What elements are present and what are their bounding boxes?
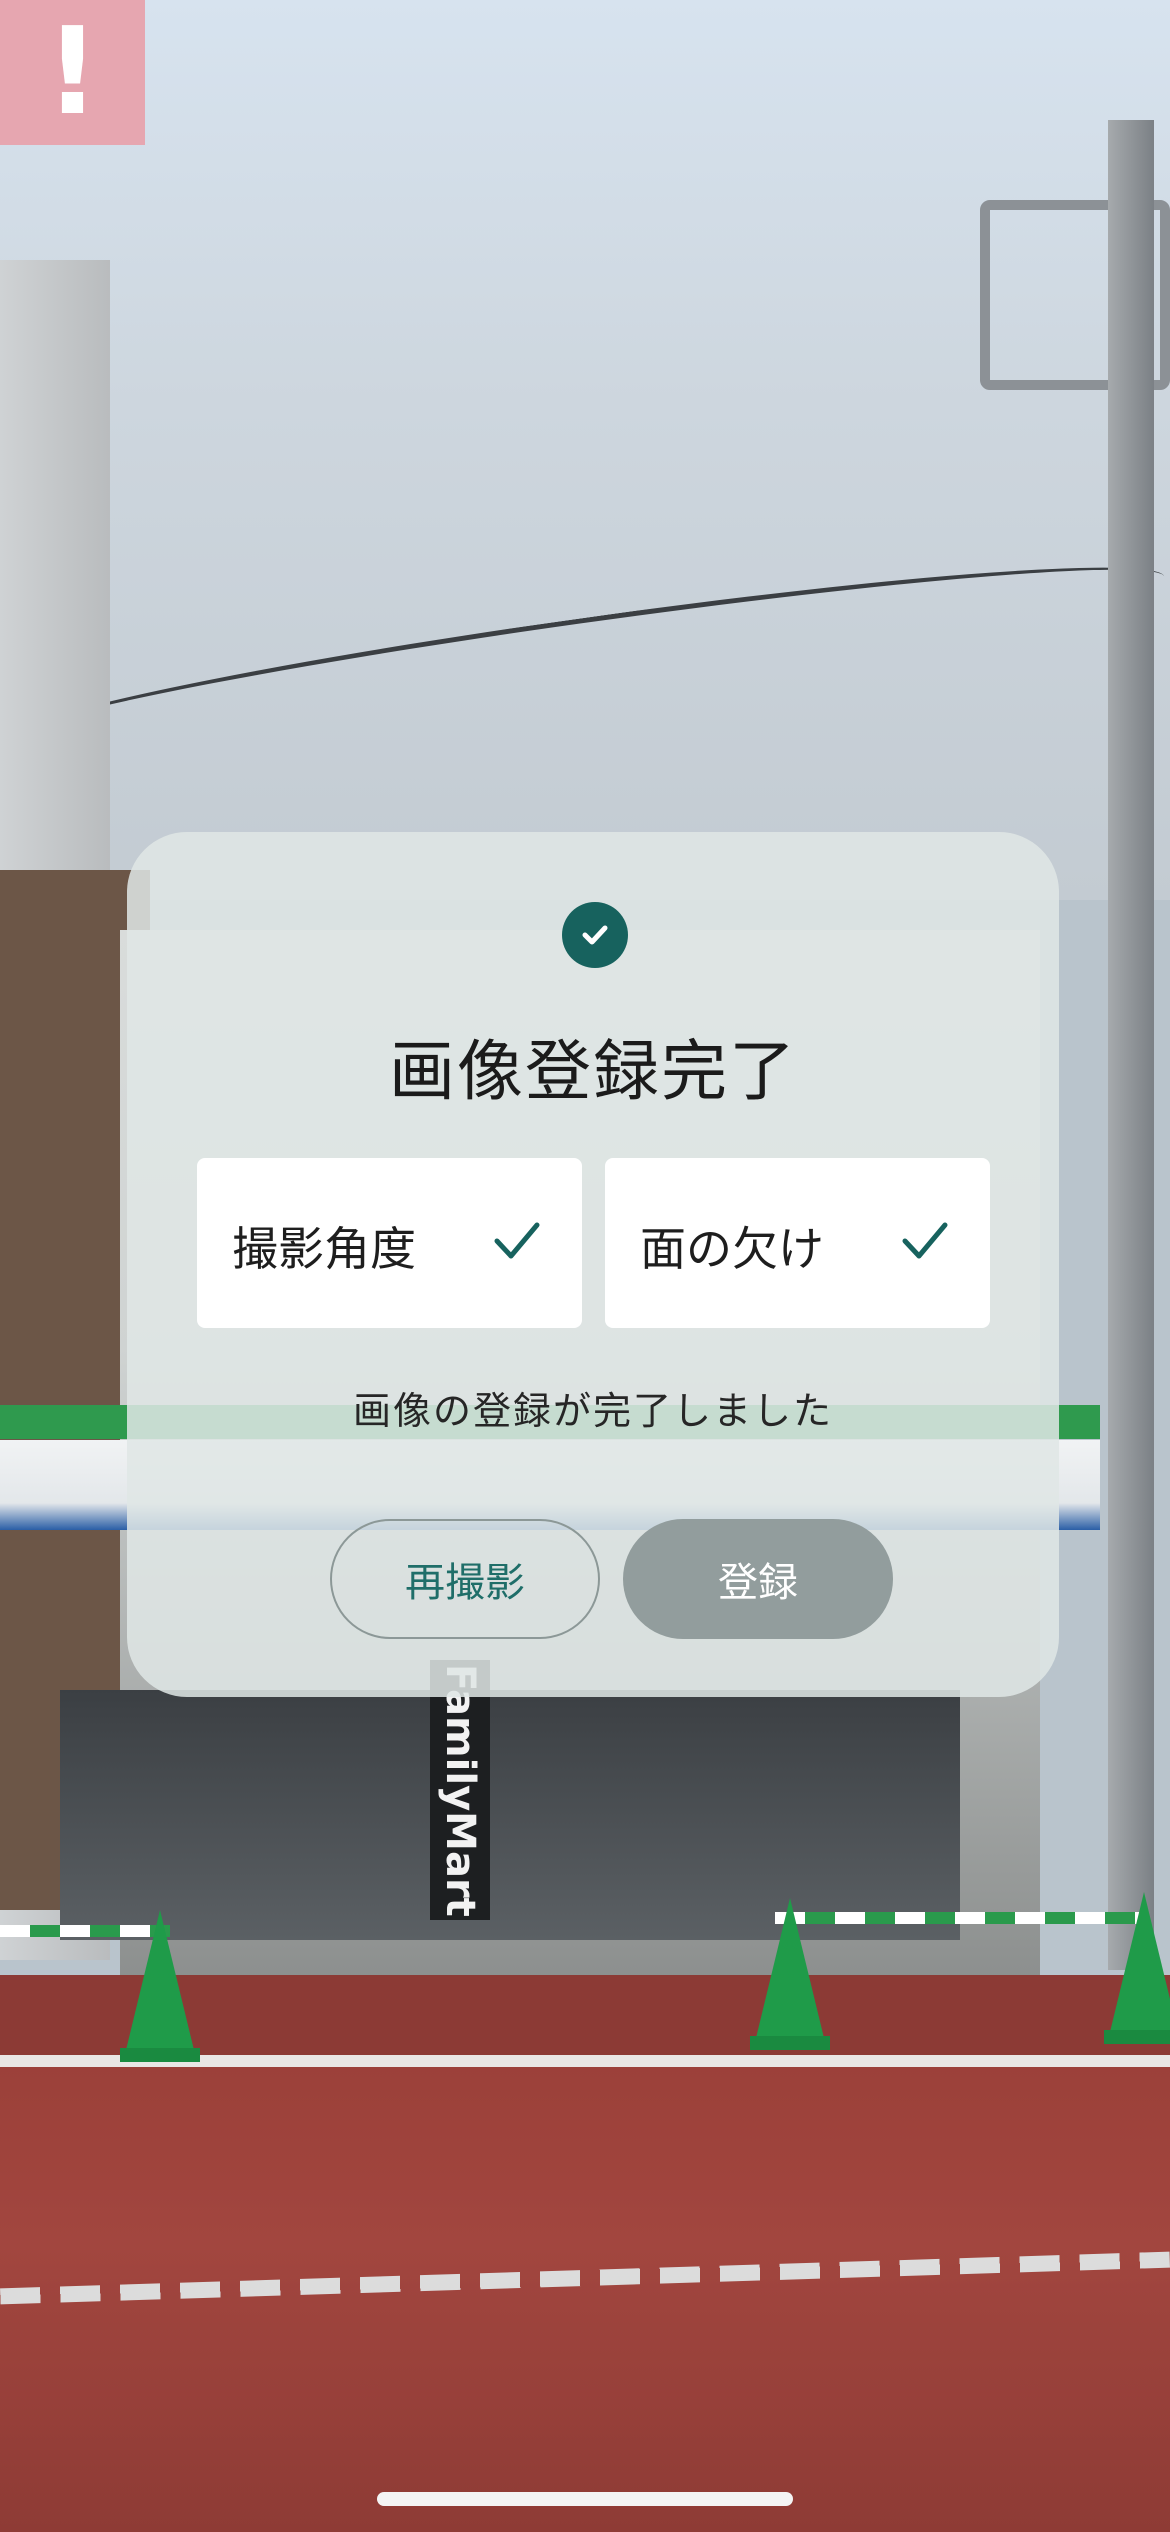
dialog-message: 画像の登録が完了しました (352, 1389, 833, 1433)
traffic-cone (750, 1898, 830, 2050)
check-item-label: 面の欠け (640, 1222, 824, 1276)
home-indicator[interactable] (377, 2492, 793, 2506)
retake-button[interactable]: 再撮影 (330, 1519, 600, 1639)
store-sign: FamilyMart (430, 1660, 490, 1920)
dialog-title: 画像登録完了 (389, 1033, 797, 1110)
register-button[interactable]: 登録 (623, 1519, 893, 1639)
checkmark-icon (494, 1221, 540, 1265)
utility-pole (1108, 120, 1154, 1970)
check-item-surface-chip: 面の欠け (605, 1158, 990, 1328)
store-windows (60, 1690, 960, 1940)
check-item-label: 撮影角度 (232, 1222, 416, 1276)
registration-complete-dialog: 画像登録完了 撮影角度 面の欠け 画像の登録が完了しました 再撮影 登録 (127, 832, 1059, 1697)
exclamation-icon: ! (45, 2, 100, 142)
check-item-shooting-angle: 撮影角度 (197, 1158, 582, 1328)
check-circle-icon (562, 902, 628, 968)
barrier-right (775, 1912, 1145, 1924)
alert-badge[interactable]: ! (0, 0, 145, 145)
checkmark-icon (902, 1221, 948, 1265)
traffic-cone (1104, 1892, 1170, 2044)
traffic-cone (120, 1910, 200, 2062)
